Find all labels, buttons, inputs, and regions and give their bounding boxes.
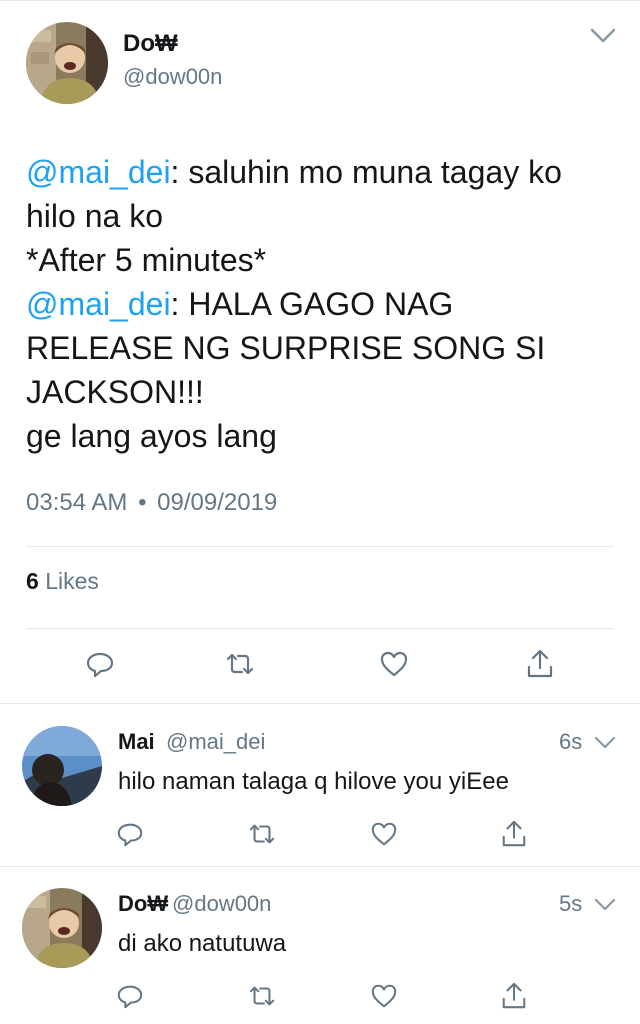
tweet-line: hilo na ko — [26, 194, 626, 238]
tweet-date: 09/09/2019 — [157, 489, 278, 516]
reply-author-name[interactable]: Mai — [118, 729, 155, 755]
heart-icon — [380, 651, 408, 677]
reply-author-handle[interactable]: @dow00n — [172, 891, 271, 917]
tweet-line-text: ge lang ayos lang — [26, 418, 277, 454]
author-handle[interactable]: @dow00n — [123, 64, 222, 90]
divider — [0, 703, 640, 704]
reply-time[interactable]: 5s — [559, 891, 582, 917]
reply-text: hilo naman talaga q hilove you yiEee — [118, 768, 509, 795]
share-button[interactable] — [518, 642, 562, 686]
tweet-time: 03:54 AM — [26, 489, 128, 516]
tweet-text: @mai_dei: saluhin mo muna tagay ko hilo … — [26, 150, 626, 458]
reply-avatar[interactable] — [22, 888, 102, 968]
retweet-icon — [249, 824, 275, 844]
tweet-line-text: : saluhin mo muna tagay ko — [170, 154, 562, 190]
heart-icon — [371, 822, 397, 846]
reply-button[interactable] — [108, 974, 152, 1018]
like-button[interactable] — [362, 974, 406, 1018]
share-icon — [502, 820, 526, 847]
likes-label: Likes — [45, 568, 99, 594]
retweet-button[interactable] — [218, 642, 262, 686]
likes-number: 6 — [26, 568, 39, 594]
retweet-icon — [249, 986, 275, 1006]
tweet-line-text: RELEASE NG SURPRISE SONG SI — [26, 330, 546, 366]
tweet-line: ge lang ayos lang — [26, 414, 626, 458]
tweet-line-text: : HALA GAGO NAG — [170, 286, 454, 322]
tweet-line-text: *After 5 minutes* — [26, 242, 267, 278]
reply-text: di ako natutuwa — [118, 930, 287, 957]
tweet-line-text: hilo na ko — [26, 198, 163, 234]
author-name[interactable]: Do₩ — [123, 30, 178, 58]
like-button[interactable] — [362, 812, 406, 856]
divider — [26, 546, 614, 547]
mention-link[interactable]: @mai_dei — [26, 154, 171, 190]
reply-button[interactable] — [108, 812, 152, 856]
tweet-line: @mai_dei: HALA GAGO NAG — [26, 282, 626, 326]
tweet-line-text: JACKSON!!! — [26, 374, 204, 410]
tweet-line: @mai_dei: saluhin mo muna tagay ko — [26, 150, 626, 194]
share-icon — [502, 982, 526, 1009]
share-button[interactable] — [492, 974, 536, 1018]
reply-icon — [86, 652, 114, 678]
likes-count-link[interactable]: 6 Likes — [26, 568, 99, 595]
reply-time[interactable]: 6s — [559, 729, 582, 755]
reply-author-name[interactable]: Do₩ — [118, 891, 168, 917]
tweet-line: RELEASE NG SURPRISE SONG SI — [26, 326, 626, 370]
reply-button[interactable] — [78, 642, 122, 686]
retweet-icon — [226, 653, 254, 675]
timestamp-separator: • — [138, 489, 147, 516]
like-button[interactable] — [372, 642, 416, 686]
retweet-button[interactable] — [240, 974, 284, 1018]
top-border — [0, 0, 640, 1]
author-avatar[interactable] — [26, 22, 108, 104]
share-icon — [527, 649, 553, 678]
reply-author-handle[interactable]: @mai_dei — [166, 729, 265, 755]
tweet-line: JACKSON!!! — [26, 370, 626, 414]
chevron-down-icon[interactable] — [594, 736, 616, 755]
divider — [26, 628, 614, 629]
chevron-down-icon[interactable] — [590, 28, 616, 49]
retweet-button[interactable] — [240, 812, 284, 856]
divider — [0, 866, 640, 867]
heart-icon — [371, 984, 397, 1008]
mention-link[interactable]: @mai_dei — [26, 286, 171, 322]
reply-avatar[interactable] — [22, 726, 102, 806]
reply-icon — [117, 985, 143, 1009]
tweet-line: *After 5 minutes* — [26, 238, 626, 282]
share-button[interactable] — [492, 812, 536, 856]
reply-icon — [117, 823, 143, 847]
tweet-timestamp[interactable]: 03:54 AM • 09/09/2019 — [26, 489, 277, 517]
chevron-down-icon[interactable] — [594, 898, 616, 917]
